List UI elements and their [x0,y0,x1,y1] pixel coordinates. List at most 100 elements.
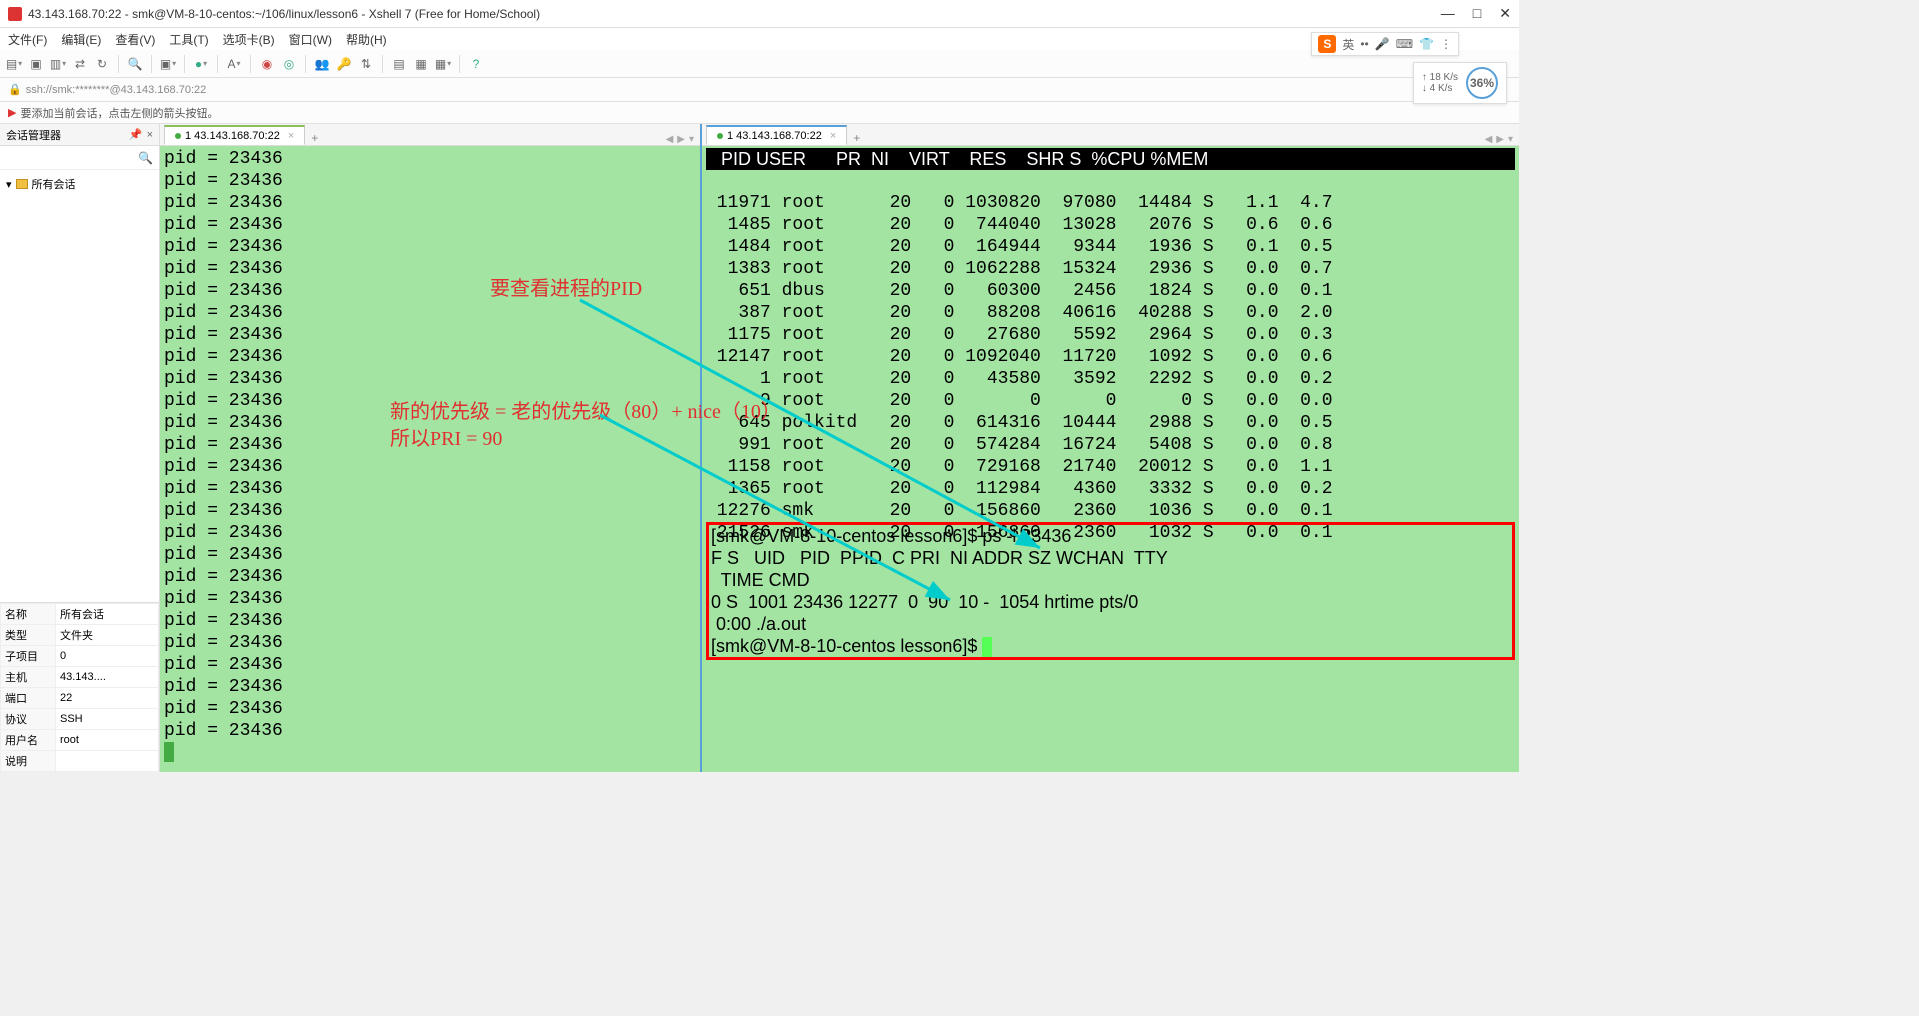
sidebar-pin-icon[interactable]: 📌 [129,128,143,141]
prop-row: 子项目0 [1,646,159,667]
menu-view[interactable]: 查看(V) [115,31,155,48]
toolbar: ▤ ▣ ▥ ⇄ ↻ 🔍 ▣ ● A ◉ ◎ 👥 🔑 ⇅ ▤ ▦ ▦ ? [0,50,1519,78]
ime-dots-icon: •• [1360,37,1368,51]
ime-indicator[interactable]: S 英 •• 🎤 ⌨ 👕 ⋮ [1311,32,1459,56]
prop-key: 用户名 [1,730,56,751]
tree-node-all-sessions[interactable]: ▾ 所有会话 [6,174,153,194]
window-icon[interactable]: ▥ [50,56,66,72]
prop-row: 名称所有会话 [1,604,159,625]
sidebar-search[interactable]: 🔍 [0,146,159,170]
address-bar[interactable]: 🔒 ssh://smk:********@43.143.168.70:22 [0,78,1519,102]
prop-value: 0 [56,646,159,667]
prop-key: 名称 [1,604,56,625]
close-button[interactable]: ✕ [1499,5,1511,22]
hint-text: 要添加当前会话，点击左侧的箭头按钮。 [20,105,218,121]
menu-cards[interactable]: 选项卡(B) [223,31,275,48]
prop-value [56,751,159,772]
copy-icon[interactable]: ▣ [160,56,176,72]
tab-next-icon[interactable]: ▶ [677,134,685,145]
tab-bar-right: 1 43.143.168.70:22 × + ◀▶ ▾ [702,124,1519,146]
minimize-button[interactable]: — [1441,5,1455,22]
prop-row: 协议SSH [1,709,159,730]
tab-add-button[interactable]: + [305,131,324,145]
tab-close-icon[interactable]: × [830,130,836,142]
menu-tools[interactable]: 工具(T) [169,31,208,48]
net-monitor[interactable]: ↑ 18 K/s ↓ 4 K/s 36% [1413,62,1507,104]
transfer-icon[interactable]: ⇅ [358,56,374,72]
users-icon[interactable]: 👥 [314,56,330,72]
ime-kbd-icon: ⌨ [1396,37,1413,51]
tab-add-button[interactable]: + [847,131,866,145]
net-up: ↑ 18 K/s [1422,72,1458,83]
search-icon: 🔍 [138,151,153,165]
address-text: ssh://smk:********@43.143.168.70:22 [26,84,207,96]
ime-badge-icon: S [1318,35,1336,53]
open-icon[interactable]: ▣ [28,56,44,72]
tab-bar-left: 1 43.143.168.70:22 × + ◀▶ ▾ [160,124,700,146]
node-label: 所有会话 [32,176,76,192]
sidebar-close-icon[interactable]: × [147,129,153,141]
maximize-button[interactable]: □ [1473,5,1481,22]
folder-icon[interactable]: ▦ [413,56,429,72]
script-icon[interactable]: ▤ [391,56,407,72]
terminal-panes: 1 43.143.168.70:22 × + ◀▶▾ pid = 23436 p… [160,124,1519,772]
tab-menu-icon[interactable]: ▾ [689,134,694,145]
new-session-icon[interactable]: ▤ [6,56,22,72]
tab-next-icon[interactable]: ▶ [1496,134,1504,145]
tab-menu-icon[interactable]: ▾ [1508,134,1513,145]
ime-more-icon: ⋮ [1440,37,1452,51]
terminal-right[interactable]: PID USER PR NI VIRT RES SHR S %CPU %MEM … [702,146,1519,772]
terminal-left[interactable]: pid = 23436 pid = 23436 pid = 23436 pid … [160,146,700,772]
net-percent: 36% [1466,67,1498,99]
prop-value: 文件夹 [56,625,159,646]
ime-apps-icon: 👕 [1419,37,1434,51]
prop-value: 所有会话 [56,604,159,625]
action2-icon[interactable]: ◎ [281,56,297,72]
menu-help[interactable]: 帮助(H) [346,31,387,48]
search-icon[interactable]: 🔍 [127,56,143,72]
prop-value: root [56,730,159,751]
status-dot-icon [717,133,723,139]
connect-icon[interactable]: ⇄ [72,56,88,72]
main-area: 会话管理器 📌 × 🔍 ▾ 所有会话 名称所有会话类型文件夹子项目0主机43.1… [0,124,1519,772]
flag-icon: ▶ [8,106,16,119]
prop-value: 22 [56,688,159,709]
net-down: ↓ 4 K/s [1422,83,1458,94]
tab-close-icon[interactable]: × [288,130,294,142]
menubar: 文件(F) 编辑(E) 查看(V) 工具(T) 选项卡(B) 窗口(W) 帮助(… [0,28,1519,50]
prop-row: 端口22 [1,688,159,709]
tab-session-2[interactable]: 1 43.143.168.70:22 × [706,125,847,145]
lock-icon: 🔒 [8,83,22,96]
font-icon[interactable]: A [226,56,242,72]
tab-label: 1 43.143.168.70:22 [727,130,822,142]
globe-icon[interactable]: ● [193,56,209,72]
prop-key: 说明 [1,751,56,772]
action1-icon[interactable]: ◉ [259,56,275,72]
prop-value: SSH [56,709,159,730]
menu-window[interactable]: 窗口(W) [289,31,332,48]
help-icon[interactable]: ? [468,56,484,72]
tab-prev-icon[interactable]: ◀ [1485,134,1493,145]
session-manager-sidebar: 会话管理器 📌 × 🔍 ▾ 所有会话 名称所有会话类型文件夹子项目0主机43.1… [0,124,160,772]
sidebar-header: 会话管理器 📌 × [0,124,159,146]
prop-row: 类型文件夹 [1,625,159,646]
ime-lang: 英 [1342,36,1354,53]
session-properties: 名称所有会话类型文件夹子项目0主机43.143....端口22协议SSH用户名r… [0,602,159,772]
prop-key: 类型 [1,625,56,646]
titlebar: 43.143.168.70:22 - smk@VM-8-10-centos:~/… [0,0,1519,28]
tab-session-1[interactable]: 1 43.143.168.70:22 × [164,125,305,145]
folder-icon [16,179,28,189]
tab-label: 1 43.143.168.70:22 [185,130,280,142]
ime-mic-icon: 🎤 [1375,37,1390,51]
reconnect-icon[interactable]: ↻ [94,56,110,72]
prop-row: 主机43.143.... [1,667,159,688]
app-logo-icon [8,7,22,21]
tab-prev-icon[interactable]: ◀ [666,134,674,145]
layout-icon[interactable]: ▦ [435,56,451,72]
key-icon[interactable]: 🔑 [336,56,352,72]
prop-key: 端口 [1,688,56,709]
session-tree[interactable]: ▾ 所有会话 [0,170,159,602]
menu-file[interactable]: 文件(F) [8,31,47,48]
window-title: 43.143.168.70:22 - smk@VM-8-10-centos:~/… [28,7,1441,21]
menu-edit[interactable]: 编辑(E) [61,31,101,48]
